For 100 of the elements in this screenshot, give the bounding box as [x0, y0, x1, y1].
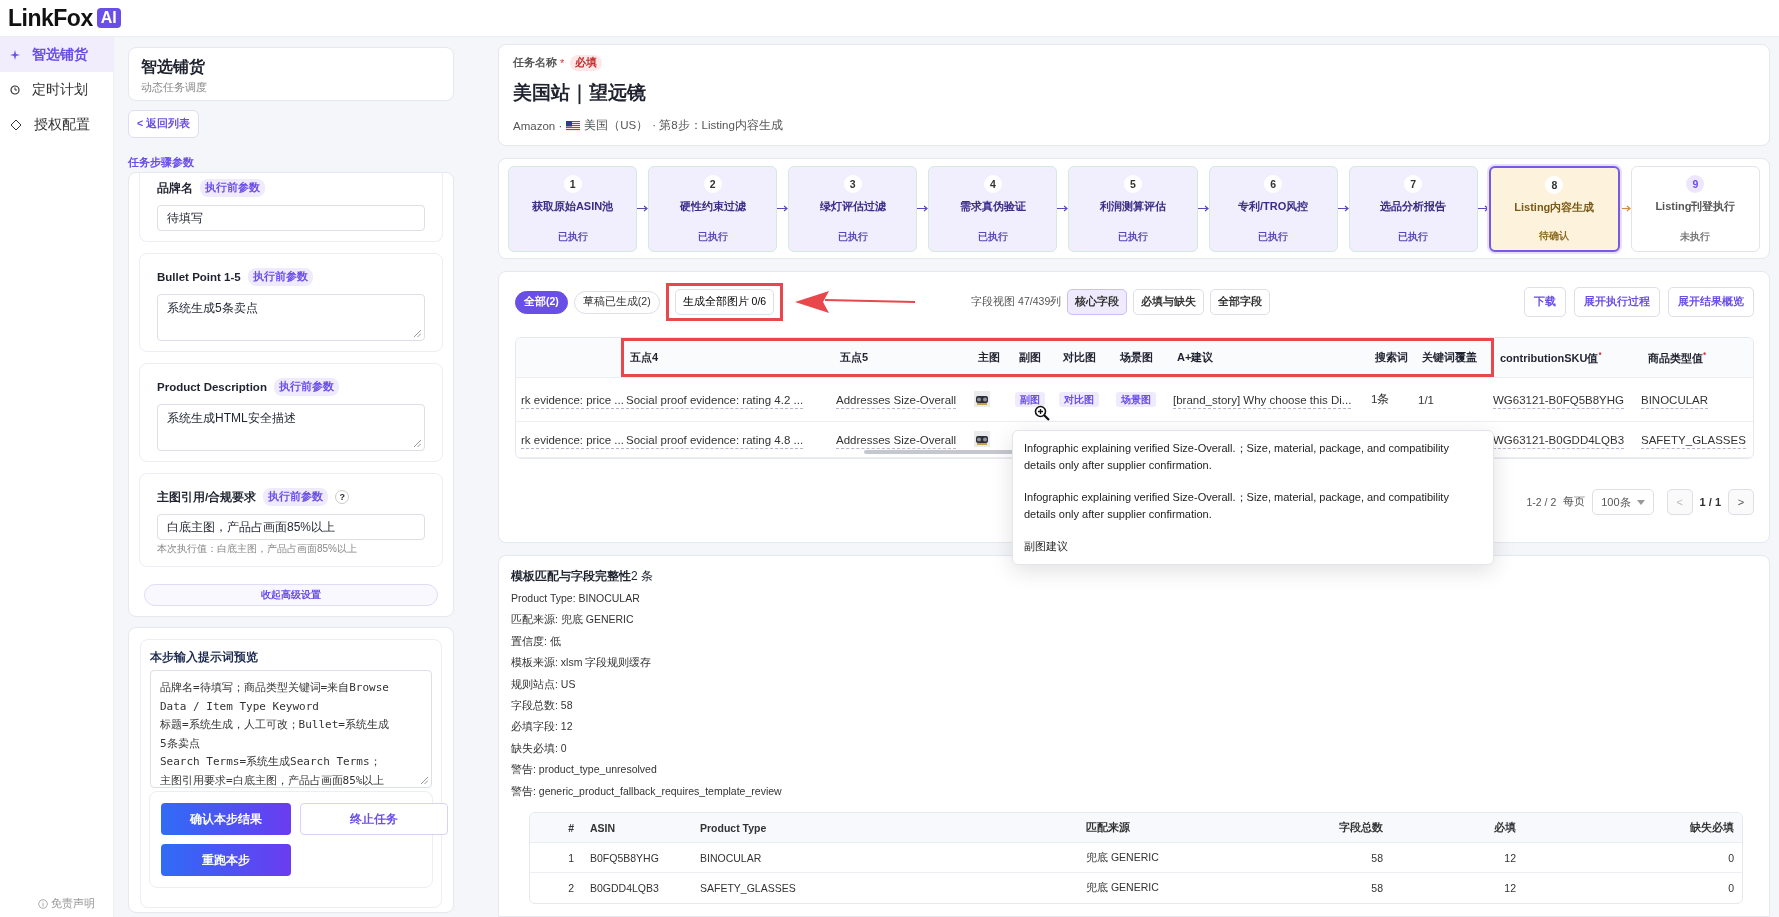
step-label: 利润测算评估 [1100, 198, 1166, 214]
step-card[interactable]: 5 利润测算评估 已执行 [1068, 165, 1198, 252]
arrow-icon [1057, 205, 1069, 213]
per-page-select[interactable]: 100条 [1592, 489, 1654, 516]
task-name: 美国站｜望远镜 [513, 81, 647, 106]
summary-line: 警告: generic_product_fallback_requires_template_review [511, 783, 783, 799]
text-area[interactable]: 系统生成HTML安全描述 [157, 404, 425, 451]
country-text: 美国（US） [584, 118, 649, 133]
column-header: 五点5 [840, 351, 869, 364]
sidebar-item[interactable]: 授权配置 [0, 107, 113, 142]
summary-line: 警告: product_type_unresolved [511, 762, 658, 778]
clock-icon [10, 84, 20, 95]
table-cell: rk evidence: price ... [521, 433, 624, 449]
param-label: 品牌名 [157, 180, 193, 196]
table-cell: Addresses Size-Overall [836, 393, 957, 409]
step-card[interactable]: 4 需求真伪验证 已执行 [928, 165, 1058, 252]
column-header: 匹配来源 [1085, 820, 1131, 835]
step-number: 5 [1124, 174, 1142, 193]
step-status: 已执行 [697, 230, 728, 244]
tooltip-caption: 副图建议 [1024, 539, 1069, 555]
summary-line: Product Type: BINOCULAR [511, 591, 641, 607]
step-status: 已执行 [1118, 230, 1148, 244]
summary-line: 模板来源: xlsm 字段规则缓存 [511, 655, 653, 671]
toolbar-button[interactable]: 展开结果概览 [1668, 287, 1754, 318]
action-button[interactable]: 确认本步结果 [161, 803, 291, 835]
back-button[interactable]: < 返回列表 [128, 110, 200, 138]
page-range: 1-2 / 2 [1526, 496, 1557, 509]
step-label: 绿灯评估过滤 [819, 198, 886, 214]
logo-badge: AI [96, 8, 121, 28]
per-page-label: 每页 [1563, 495, 1586, 510]
filter-tab[interactable]: 草稿已生成(2) [573, 290, 660, 314]
step-number: 9 [1686, 174, 1705, 193]
panel-title: 智选铺货 [141, 57, 206, 78]
param-badge: 执行前参数 [263, 488, 329, 506]
table-cell-text: B0GDD4LQB3 [589, 882, 660, 894]
step-card[interactable]: 8 Listing内容生成 待确认 [1488, 165, 1620, 252]
step-number: 6 [1264, 174, 1283, 193]
arrow-icon [777, 205, 789, 213]
param-label: Bullet Point 1-5 [157, 271, 241, 283]
column-header: 关键词覆盖 [1422, 351, 1477, 364]
section-title: 任务步骤参数 [128, 155, 195, 170]
column-header: 五点4 [630, 351, 659, 364]
sidebar-item[interactable]: 定时计划 [0, 72, 113, 107]
param-badge: 执行前参数 [200, 179, 265, 197]
field-view-option[interactable]: 全部字段 [1210, 289, 1271, 316]
table-cell-text: 0 [1727, 882, 1735, 894]
input-field[interactable]: 待填写 [157, 205, 425, 231]
input-field[interactable]: 白底主图，产品占画面85%以上 [157, 514, 425, 540]
generate-images-button[interactable]: 生成全部图片 0/6 [674, 289, 775, 316]
tooltip-text: Infographic explaining verified Size-Overall.；Size, material, package, and compatibility details only after supplier confirmation. [1024, 441, 1450, 473]
logo-text: LinkFox [8, 4, 93, 32]
platform-text: Amazon · [513, 119, 563, 132]
param-label: 主图引用/合规要求 [157, 489, 257, 505]
column-header: A+建议 [1177, 351, 1214, 364]
prompt-text-area[interactable]: 品牌名=待填写；商品类型关键词=来自Browse Data / Item Type Keyword 标题=系统生成，人工可改；Bullet=系统生成 5条卖点 Search Terms=系统生成Search Terms； 主图引用要求=白底主图，产品占画面85%以上 [150, 670, 432, 788]
field-view-option[interactable]: 核心字段 [1067, 289, 1128, 316]
image-tag[interactable]: 场景图 [1116, 391, 1156, 407]
step-label: 选品分析报告 [1380, 198, 1447, 214]
step-card[interactable]: 3 绿灯评估过滤 已执行 [788, 165, 918, 252]
arrow-icon [1197, 205, 1209, 213]
step-card[interactable]: 1 获取原始ASIN池 已执行 [508, 165, 638, 252]
step-number: 3 [843, 174, 862, 193]
image-tag[interactable]: 副图 [1015, 391, 1045, 407]
step-label: 专利/TRO风控 [1237, 198, 1309, 214]
table-cell-text: 58 [1370, 851, 1384, 864]
filter-tab[interactable]: 全部(2) [515, 290, 568, 314]
param-label: Product Description [157, 381, 267, 393]
table-cell: Social proof evidence: rating 4.2 ... [626, 393, 804, 409]
step-status: 已执行 [837, 230, 868, 244]
step-number: 2 [703, 174, 722, 193]
step-status: 已执行 [1258, 230, 1289, 244]
arrow-icon [1619, 205, 1631, 213]
step-label: 硬性约束过滤 [679, 198, 746, 214]
table-cell-text: 1 [567, 851, 575, 864]
step-number: 8 [1545, 175, 1564, 194]
toolbar-button[interactable]: 展开执行过程 [1574, 287, 1660, 318]
collapse-button[interactable]: 收起高级设置 [144, 584, 438, 606]
step-number: 4 [983, 174, 1002, 193]
next-page-button[interactable]: > [1728, 489, 1754, 516]
table-cell-text: B0FQ5B8YHG [589, 851, 660, 864]
required-mark: * [560, 57, 565, 69]
column-header: 对比图 [1063, 351, 1096, 364]
step-card[interactable]: 2 硬性约束过滤 已执行 [648, 165, 778, 252]
sidebar-item[interactable]: 智选铺货 [0, 37, 113, 72]
action-button[interactable]: 重跑本步 [161, 844, 291, 876]
text-area[interactable]: 系统生成5条卖点 [157, 294, 425, 341]
field-view-option[interactable]: 必填与缺失 [1133, 289, 1205, 316]
column-header: contributionSKU值$^{•}$ [1500, 352, 1602, 365]
action-button[interactable]: 终止任务 [300, 803, 448, 835]
step-card[interactable]: 9 Listing刊登执行 未执行 [1630, 165, 1760, 252]
step-card[interactable]: 7 选品分析报告 已执行 [1348, 165, 1478, 252]
arrow-icon [917, 205, 929, 213]
table-cell-text: 12 [1503, 851, 1517, 864]
scrollbar[interactable] [864, 450, 1014, 455]
info-icon [38, 898, 48, 909]
step-card[interactable]: 6 专利/TRO风控 已执行 [1208, 165, 1338, 252]
toolbar-button[interactable]: 下载 [1524, 287, 1566, 318]
resize-grip-icon [421, 777, 428, 784]
step-label: 获取原始ASIN池 [531, 198, 614, 214]
image-tag[interactable]: 对比图 [1059, 391, 1099, 407]
